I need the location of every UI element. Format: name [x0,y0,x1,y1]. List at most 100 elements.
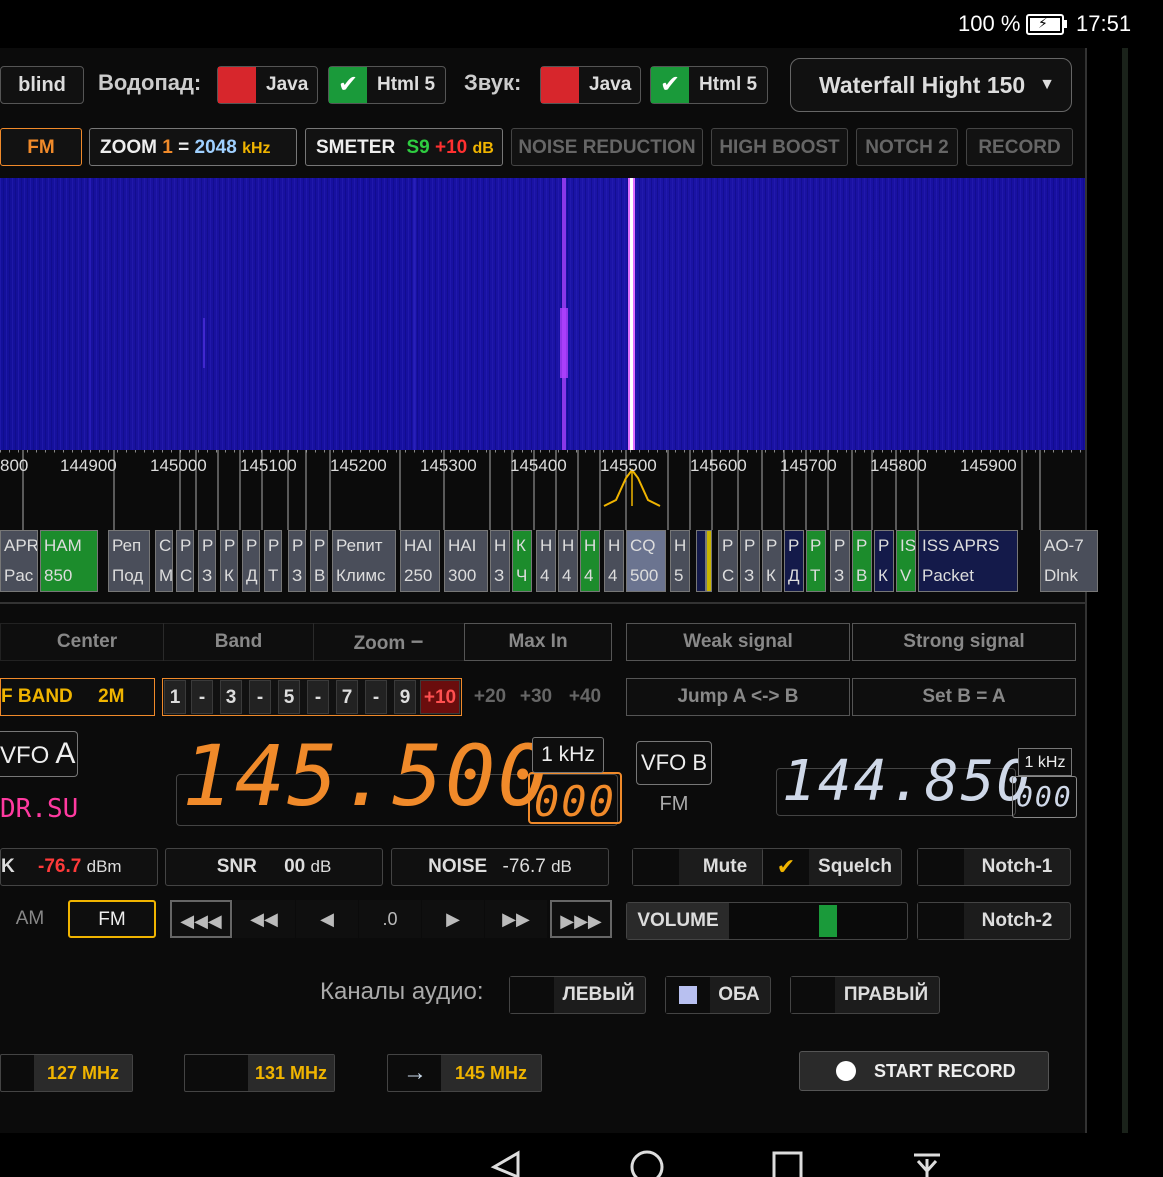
tune-fast-back-button[interactable]: ◀◀◀ [170,900,232,938]
bookmark[interactable]: РД [784,530,804,592]
audio-both-toggle[interactable]: ОБА [665,976,771,1014]
vfo-a-step[interactable]: 1 kHz [532,737,604,773]
tune-forward-button[interactable]: ▶ [422,900,484,938]
bookmark[interactable]: Н4 [604,530,624,592]
bookmark[interactable]: Н4 [536,530,556,592]
tune-back2-button[interactable]: ◀◀ [233,900,295,938]
waterfall-java-toggle[interactable]: Java [217,66,318,104]
vfo-a-frequency[interactable]: 145.500 [182,726,550,826]
vfo-a-button[interactable]: VFO A [0,731,78,777]
recents-icon[interactable] [770,1149,804,1177]
step-button[interactable]: - [365,680,387,714]
bookmark[interactable]: ISS APRS Packet [918,530,1018,592]
sound-java-toggle[interactable]: Java [540,66,641,104]
bookmark[interactable]: РВ [852,530,872,592]
step-button[interactable]: 3 [220,680,242,714]
notch2-button[interactable]: NOTCH 2 [856,128,958,166]
hide-keyboard-icon[interactable] [910,1149,944,1177]
bookmark[interactable]: СМ [155,530,173,592]
bookmark[interactable]: РЗ [830,530,850,592]
mode-am-button[interactable]: AM [0,900,60,938]
bookmark[interactable]: РС [718,530,738,592]
step-button[interactable]: - [191,680,213,714]
band-button[interactable]: Band [163,623,313,661]
waterfall-html5-toggle[interactable]: ✔ Html 5 [328,66,446,104]
notch2-toggle[interactable]: Notch-2 [917,902,1071,940]
freq-145-button[interactable]: → 145 MHz [387,1054,542,1092]
step-button[interactable]: +30 [516,680,556,714]
step-button[interactable]: 7 [336,680,358,714]
bookmark[interactable]: AO-7 Dlnk [1040,530,1098,592]
notch1-toggle[interactable]: Notch-1 [917,848,1071,886]
step-button[interactable]: - [307,680,329,714]
waterfall-display[interactable] [0,178,1085,450]
bookmark[interactable]: РЗ [740,530,760,592]
bookmark[interactable]: Н5 [670,530,690,592]
step-button[interactable]: 5 [278,680,300,714]
start-record-button[interactable]: START RECORD [799,1051,1049,1091]
bookmark[interactable]: APR Pac [0,530,38,592]
tune-forward2-button[interactable]: ▶▶ [485,900,547,938]
center-button[interactable]: Center [12,623,162,661]
bookmark[interactable]: РК [762,530,782,592]
blind-button[interactable]: blind [0,66,84,104]
bookmark[interactable]: Н4 [580,530,600,592]
freq-131-button[interactable]: 131 MHz [184,1054,335,1092]
audio-right-toggle[interactable]: ПРАВЫЙ [790,976,940,1014]
freq-127-button[interactable]: 127 MHz [0,1054,133,1092]
mute-toggle[interactable]: Mute [632,848,772,886]
vfo-b-step[interactable]: 1 kHz [1018,748,1072,776]
step-button[interactable]: 1 [164,680,186,714]
strong-signal-button[interactable]: Strong signal [852,623,1076,661]
back-icon[interactable] [490,1149,524,1177]
step-button[interactable]: +10 [420,680,460,714]
bookmark[interactable]: Н4 [558,530,578,592]
bookmark[interactable]: РТ [264,530,282,592]
sound-html5-toggle[interactable]: ✔ Html 5 [650,66,768,104]
bookmark[interactable]: НЗ [490,530,510,592]
zoom-out-button[interactable]: Zoom − [313,623,463,661]
waterfall-height-select[interactable]: Waterfall Hight 150 ▼ [790,58,1072,112]
tune-fast-forward-button[interactable]: ▶▶▶ [550,900,612,938]
band-select[interactable]: F BAND 2M [0,678,155,716]
audio-left-toggle[interactable]: ЛЕВЫЙ [509,976,646,1014]
vfo-a-subfreq[interactable]: 000 [528,772,622,826]
home-icon[interactable] [630,1149,664,1177]
bookmark[interactable]: Реп Под [108,530,150,592]
step-button[interactable]: +40 [562,680,608,714]
volume-slider[interactable]: VOLUME [626,902,908,940]
bookmark[interactable] [696,530,706,592]
weak-signal-button[interactable]: Weak signal [626,623,850,661]
step-button[interactable]: +20 [470,680,510,714]
bookmark[interactable]: HAI 300 [444,530,488,592]
noise-reduction-button[interactable]: NOISE REDUCTION [511,128,703,166]
max-in-button[interactable]: Max In [464,623,612,661]
tune-round-button[interactable]: .0 [359,900,421,938]
step-button[interactable]: 9 [394,680,416,714]
vfo-b-button[interactable]: VFO B [636,741,712,785]
bookmark[interactable]: CQ 500 [626,530,666,592]
bookmark[interactable]: РЗ [198,530,216,592]
bookmark[interactable]: РЗ [288,530,306,592]
vfo-b-frequency[interactable]: 144.850 [782,742,1032,822]
bookmark[interactable]: РВ [310,530,328,592]
record-button[interactable]: RECORD [966,128,1073,166]
bookmark[interactable]: РТ [806,530,826,592]
step-button[interactable]: - [249,680,271,714]
bookmark[interactable]: РС [176,530,194,592]
bookmark[interactable]: РК [220,530,238,592]
set-b-button[interactable]: Set B = A [852,678,1076,716]
bookmark[interactable]: HAM 850 [40,530,98,592]
zoom-indicator[interactable]: ZOOM 1 = 2048 kHz [89,128,297,166]
vfo-b-subfreq[interactable]: 000 [1012,776,1077,818]
tune-back-button[interactable]: ◀ [296,900,358,938]
squelch-toggle[interactable]: ✔ Squelch [762,848,902,886]
bookmark[interactable]: РД [242,530,260,592]
bookmark[interactable]: IS V [896,530,916,592]
jump-ab-button[interactable]: Jump A <-> B [626,678,850,716]
bookmark[interactable]: Репит Климс [332,530,396,592]
high-boost-button[interactable]: HIGH BOOST [711,128,848,166]
volume-thumb[interactable] [819,905,838,937]
fm-button[interactable]: FM [0,128,82,166]
bookmark[interactable] [706,530,712,592]
